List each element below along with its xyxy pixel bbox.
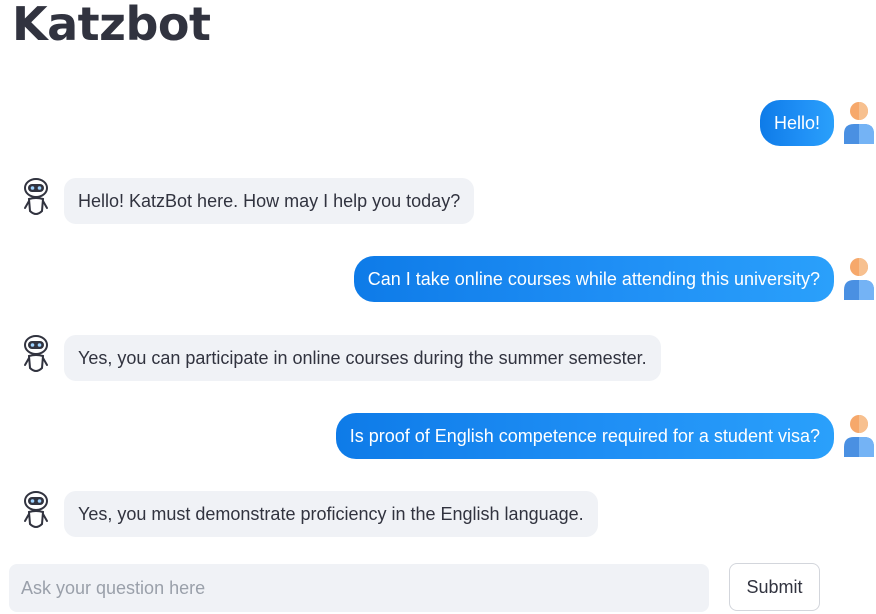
user-message-bubble: Is proof of English competence required …: [335, 413, 834, 459]
page-title: Katzbot: [12, 0, 211, 51]
user-message-bubble: Hello!: [759, 100, 834, 146]
bot-message-bubble: Yes, you must demonstrate proficiency in…: [64, 491, 598, 537]
chat-message-user: Hello!: [0, 100, 876, 148]
chat-message-user: Can I take online courses while attendin…: [0, 256, 876, 304]
question-input-container: [9, 564, 709, 612]
chat-app: Katzbot Hello! Hello! KatzBot here. How …: [0, 0, 876, 614]
user-avatar-icon: [844, 102, 874, 144]
chat-message-bot: Yes, you must demonstrate proficiency in…: [0, 491, 876, 539]
chat-message-bot: Hello! KatzBot here. How may I help you …: [0, 178, 876, 226]
chat-message-user: Is proof of English competence required …: [0, 413, 876, 461]
user-avatar-icon: [844, 415, 874, 457]
bot-message-bubble: Yes, you can participate in online cours…: [64, 335, 661, 381]
question-input[interactable]: [9, 564, 709, 612]
robot-avatar-icon: [24, 335, 48, 372]
robot-avatar-icon: [24, 491, 48, 528]
bot-message-bubble: Hello! KatzBot here. How may I help you …: [64, 178, 475, 224]
user-avatar-icon: [844, 258, 874, 300]
robot-avatar-icon: [24, 178, 48, 215]
submit-button[interactable]: Submit: [729, 563, 820, 611]
chat-message-bot: Yes, you can participate in online cours…: [0, 335, 876, 383]
user-message-bubble: Can I take online courses while attendin…: [353, 256, 834, 302]
